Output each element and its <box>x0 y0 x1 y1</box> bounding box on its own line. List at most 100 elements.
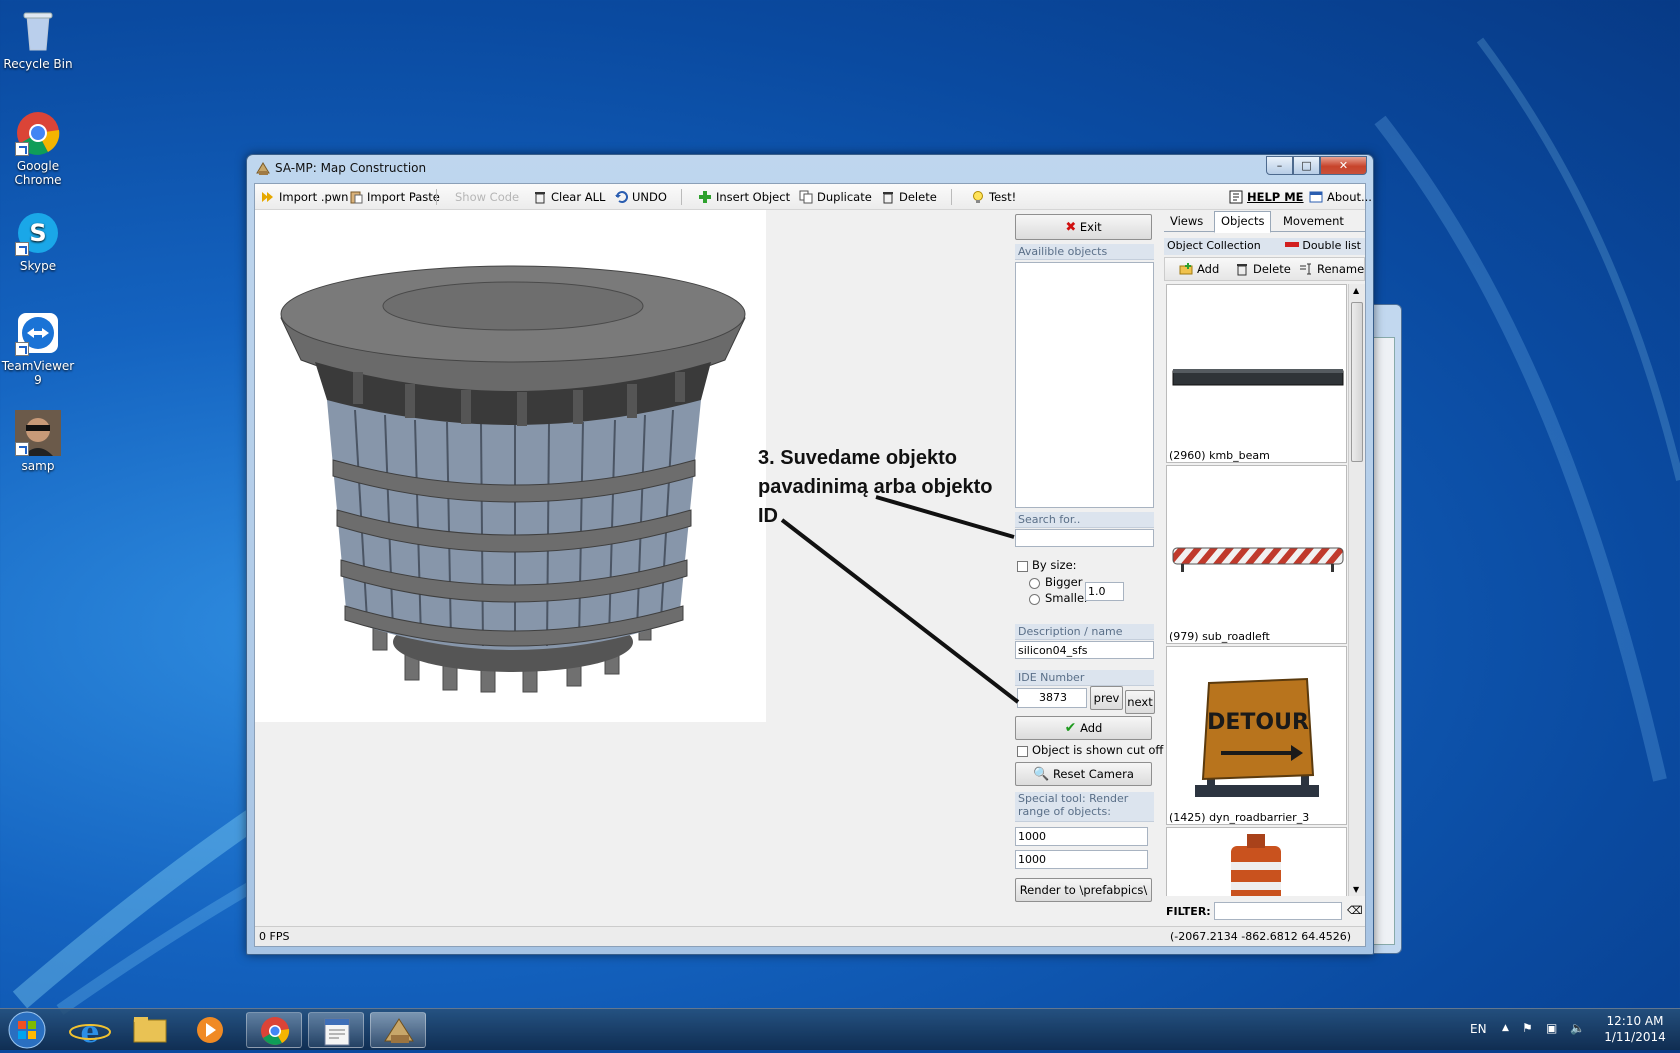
desktop-icon-samp[interactable]: samp <box>0 410 76 473</box>
tab-movement[interactable]: Movement <box>1277 212 1350 232</box>
delete-button[interactable]: Delete <box>881 188 937 206</box>
by-size-checkbox[interactable] <box>1017 561 1028 572</box>
checkmark-icon: ✔ <box>1064 720 1077 736</box>
taskbar-chrome[interactable] <box>246 1012 302 1048</box>
exit-button[interactable]: ✖ Exit <box>1015 214 1152 240</box>
add-button[interactable]: ✔ Add <box>1015 716 1152 740</box>
collection-item-caption: (979) sub_roadleft <box>1169 630 1270 643</box>
toolbar-separator <box>681 189 682 205</box>
object-collection-list[interactable]: (2960) kmb_beam (979) sub_roadleft DETOU… <box>1164 284 1348 896</box>
taskbar-map-construction[interactable] <box>370 1012 426 1048</box>
fps-readout: 0 FPS <box>259 930 290 943</box>
ide-number-label: IDE Number <box>1015 670 1154 686</box>
description-input[interactable]: silicon04_sfs <box>1015 641 1154 659</box>
tab-views[interactable]: Views <box>1164 212 1209 232</box>
smaller-radio[interactable] <box>1029 594 1040 605</box>
help-me-button[interactable]: HELP ME <box>1229 188 1304 206</box>
size-input[interactable]: 1.0 <box>1085 582 1124 601</box>
red-x-icon: ✖ <box>1065 220 1077 235</box>
collection-item[interactable]: (979) sub_roadleft <box>1166 465 1347 644</box>
scroll-up-arrow-icon[interactable]: ▲ <box>1353 286 1359 295</box>
test-button[interactable]: Test! <box>971 188 1016 206</box>
code-icon <box>443 190 451 204</box>
collection-rename-button[interactable]: Rename <box>1299 260 1364 278</box>
minimize-button[interactable]: – <box>1266 156 1293 175</box>
reset-camera-zoom-button[interactable]: 🔍 Reset Camera Zoom <box>1015 762 1152 804</box>
import-paste-button[interactable]: Import Paste <box>349 188 440 206</box>
collection-item[interactable]: DETOUR (1425) dyn_roadbarrier_3 <box>1166 646 1347 825</box>
collection-delete-button[interactable]: Delete <box>1235 260 1291 278</box>
collection-item[interactable]: (2960) kmb_beam <box>1166 284 1347 463</box>
bigger-label: Bigger <box>1045 575 1083 589</box>
shortcut-arrow-icon <box>15 442 29 456</box>
title-bar[interactable]: SA-MP: Map Construction – □ ✕ <box>247 155 1373 183</box>
by-size-label: By size: <box>1032 558 1077 572</box>
action-center-flag-icon[interactable]: ⚑ <box>1522 1021 1533 1035</box>
desktop-icon-label: samp <box>21 459 55 473</box>
range-from-input[interactable]: 1000 <box>1015 827 1148 846</box>
start-button[interactable] <box>6 1010 48 1050</box>
double-list-toggle[interactable]: Double list <box>1284 238 1361 254</box>
import-arrow-icon <box>261 190 275 204</box>
available-objects-list[interactable] <box>1015 262 1154 508</box>
map-construction-window[interactable]: SA-MP: Map Construction – □ ✕ Import .pw… <box>246 154 1374 955</box>
help-icon <box>1229 190 1243 204</box>
clear-all-button[interactable]: Clear ALL <box>533 188 605 206</box>
show-hidden-icons-arrow[interactable]: ▲ <box>1502 1023 1509 1033</box>
main-toolbar: Import .pwn Import Paste Show Code Clear… <box>255 184 1372 210</box>
search-input[interactable] <box>1015 529 1154 547</box>
detour-sign-thumbnail: DETOUR <box>1195 677 1319 797</box>
desktop-icon-label: Google Chrome <box>14 159 62 187</box>
desktop-icon-skype[interactable]: S Skype <box>0 210 76 273</box>
ide-number-input[interactable]: 3873 <box>1017 688 1087 708</box>
next-button[interactable]: next <box>1125 690 1155 714</box>
range-to-input[interactable]: 1000 <box>1015 850 1148 869</box>
duplicate-button[interactable]: Duplicate <box>799 188 872 206</box>
language-indicator[interactable]: EN <box>1470 1022 1487 1036</box>
building-render <box>280 265 746 693</box>
shortcut-arrow-icon <box>15 242 29 256</box>
collection-item[interactable] <box>1166 827 1347 896</box>
taskbar-document-app[interactable] <box>308 1012 364 1048</box>
taskbar-file-explorer[interactable] <box>122 1012 178 1048</box>
network-icon[interactable]: ▣ <box>1546 1021 1557 1035</box>
clock-date: 1/11/2014 <box>1604 1030 1666 1044</box>
prev-button[interactable]: prev <box>1090 686 1123 710</box>
import-pwn-button[interactable]: Import .pwn <box>261 188 348 206</box>
maximize-button[interactable]: □ <box>1293 156 1320 175</box>
svg-text:S: S <box>29 219 46 247</box>
bigger-radio[interactable] <box>1029 578 1040 589</box>
render-button[interactable]: Render to \prefabpics\ <box>1015 878 1152 902</box>
map-construction-icon <box>384 1018 414 1043</box>
object-collection-pane: Views Objects Movement Object Collection… <box>1164 210 1365 928</box>
undo-button[interactable]: UNDO <box>614 188 667 206</box>
taskbar-internet-explorer[interactable]: e <box>62 1012 118 1050</box>
object-preview-viewport[interactable] <box>255 210 766 722</box>
system-clock[interactable]: 12:10 AM 1/11/2014 <box>1604 1013 1666 1045</box>
shortcut-arrow-icon <box>15 142 29 156</box>
collection-scrollbar[interactable]: ▲ ▼ <box>1348 284 1365 896</box>
close-button[interactable]: ✕ <box>1320 156 1367 175</box>
object-collection-header: Object Collection Double list <box>1164 238 1365 255</box>
filter-input[interactable] <box>1214 902 1342 920</box>
windows-orb-icon <box>8 1011 46 1049</box>
insert-object-button[interactable]: Insert Object <box>698 188 790 206</box>
tab-objects[interactable]: Objects <box>1214 211 1272 233</box>
barrier-thumbnail <box>1172 547 1344 572</box>
toolbar-separator <box>436 189 437 205</box>
tab-strip: Views Objects Movement <box>1164 210 1365 233</box>
clear-filter-icon[interactable]: ⌫ <box>1347 904 1363 917</box>
cut-off-checkbox[interactable] <box>1017 746 1028 757</box>
show-code-button[interactable]: Show Code <box>443 188 519 206</box>
scrollbar-thumb[interactable] <box>1351 302 1363 462</box>
volume-icon[interactable]: 🔈 <box>1570 1021 1585 1035</box>
taskbar-media-player[interactable] <box>182 1012 238 1048</box>
plus-icon <box>698 190 712 204</box>
about-button[interactable]: About... <box>1309 188 1372 206</box>
desktop-icon-google-chrome[interactable]: Google Chrome <box>0 110 76 187</box>
collection-add-button[interactable]: Add <box>1179 260 1219 278</box>
scroll-down-arrow-icon[interactable]: ▼ <box>1353 885 1359 894</box>
shortcut-arrow-icon <box>15 342 29 356</box>
desktop-icon-teamviewer[interactable]: TeamViewer 9 <box>0 310 76 387</box>
desktop-icon-recycle-bin[interactable]: Recycle Bin <box>0 8 76 71</box>
